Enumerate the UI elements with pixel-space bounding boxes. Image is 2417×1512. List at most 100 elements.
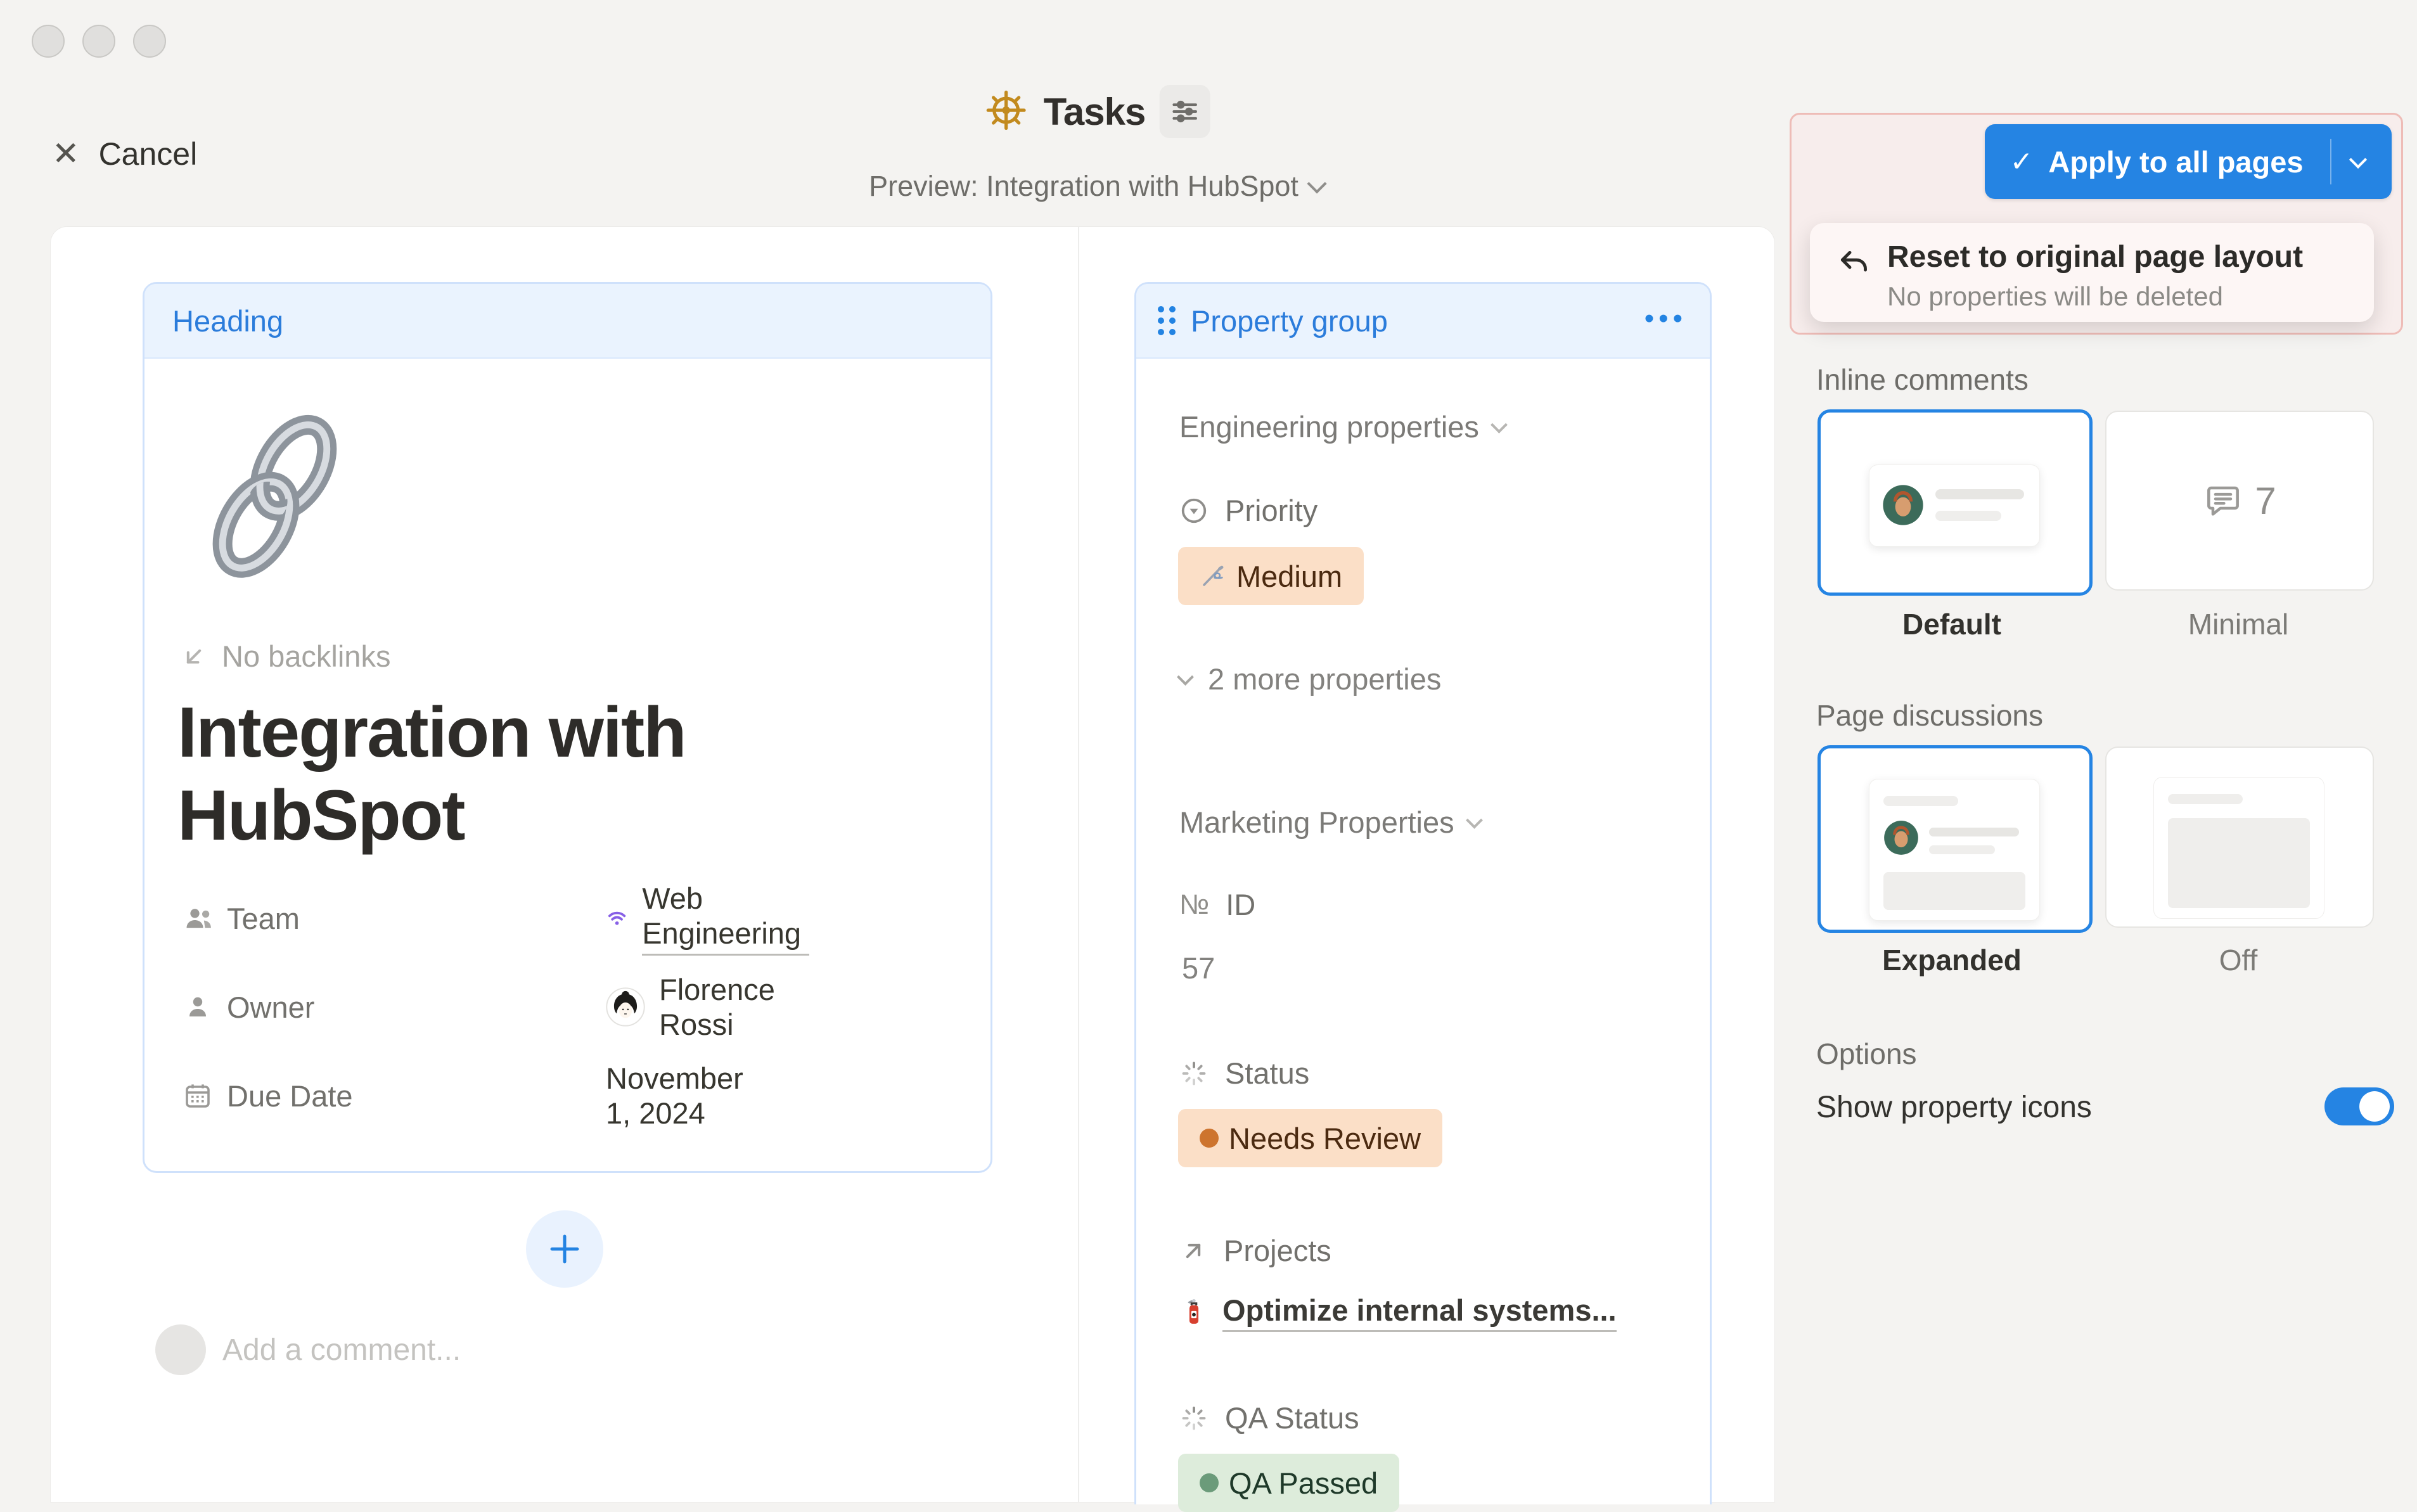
qa-status-value: QA Passed xyxy=(1229,1466,1378,1501)
comment-bubble-icon xyxy=(2203,480,2243,521)
person-icon xyxy=(183,992,218,1022)
status-spinner-icon xyxy=(1179,1059,1208,1088)
preview-avatar xyxy=(1882,484,1924,529)
preview-label: Preview: Integration with HubSpot xyxy=(869,170,1298,203)
chevron-down-icon[interactable] xyxy=(2349,151,2366,169)
plus-icon xyxy=(546,1230,584,1268)
undo-icon xyxy=(1837,246,1872,285)
helm-icon xyxy=(983,87,1030,137)
property-label: Due Date xyxy=(227,1079,353,1113)
projects-value-link: Optimize internal systems... xyxy=(1222,1293,1617,1332)
people-icon xyxy=(183,902,218,935)
projects-value-row[interactable]: Optimize internal systems... xyxy=(1178,1293,1617,1332)
id-label: ID xyxy=(1226,887,1255,922)
team-value-link[interactable]: Web Engineering xyxy=(642,881,809,956)
id-property-row: № ID xyxy=(1179,887,1255,922)
skeleton-block xyxy=(1883,872,2025,910)
cancel-label: Cancel xyxy=(99,136,198,172)
property-row-due-date: Due Date November 1, 2024 xyxy=(183,1075,353,1117)
page-discussions-title: Page discussions xyxy=(1816,698,2043,733)
property-row-owner: Owner Florence Rossi xyxy=(183,986,314,1028)
document-title: Integration with HubSpot xyxy=(177,691,925,857)
skeleton-line xyxy=(2168,794,2243,804)
view-settings-button[interactable] xyxy=(1159,85,1210,138)
preview-selector[interactable]: Preview: Integration with HubSpot xyxy=(869,170,1324,203)
fire-extinguisher-icon xyxy=(1178,1297,1210,1328)
window-minimize-button[interactable] xyxy=(82,25,115,58)
add-comment-row[interactable]: Add a comment... xyxy=(155,1324,461,1375)
column-divider xyxy=(1078,227,1079,1502)
toggle-knob xyxy=(2359,1091,2390,1122)
qa-status-value-pill[interactable]: QA Passed xyxy=(1178,1454,1399,1512)
show-property-icons-label: Show property icons xyxy=(1816,1090,2092,1125)
heading-block-card: Heading No b xyxy=(143,282,992,1173)
reset-subtitle: No properties will be deleted xyxy=(1887,281,2223,312)
heading-block-header[interactable]: Heading xyxy=(144,284,991,359)
owner-value[interactable]: Florence Rossi xyxy=(659,972,775,1042)
inline-comments-option-minimal[interactable]: 7 xyxy=(2105,411,2374,591)
page-discussions-option-expanded[interactable] xyxy=(1818,745,2093,933)
inline-comments-title: Inline comments xyxy=(1816,362,2029,397)
qa-status-property-row: QA Status xyxy=(1179,1400,1359,1435)
projects-label: Projects xyxy=(1224,1233,1331,1268)
close-icon: ✕ xyxy=(52,138,80,170)
page-title: Tasks xyxy=(1044,90,1146,134)
section-marketing-properties[interactable]: Marketing Properties xyxy=(1179,805,1480,840)
team-wifi-icon xyxy=(606,903,628,933)
option-label-default: Default xyxy=(1818,607,2086,641)
show-property-icons-toggle[interactable] xyxy=(2324,1087,2394,1125)
backlinks-row[interactable]: No backlinks xyxy=(180,639,390,674)
skeleton-line xyxy=(1929,845,1995,854)
chevron-down-icon xyxy=(1177,669,1194,686)
drag-handle-icon[interactable] xyxy=(1158,306,1176,335)
id-value[interactable]: 57 xyxy=(1182,951,1215,985)
show-property-icons-row: Show property icons xyxy=(1816,1087,2394,1127)
page-discussions-option-off[interactable] xyxy=(2105,746,2374,928)
numero-icon: № xyxy=(1179,889,1209,921)
reset-layout-menu-item[interactable]: Reset to original page layout No propert… xyxy=(1810,223,2374,322)
skeleton-line xyxy=(1935,511,2001,521)
owner-avatar xyxy=(606,987,645,1027)
heading-block-label: Heading xyxy=(172,304,283,338)
due-date-value[interactable]: November 1, 2024 xyxy=(606,1061,743,1131)
priority-property-row: Priority xyxy=(1179,493,1317,528)
section-engineering-properties[interactable]: Engineering properties xyxy=(1179,409,1505,444)
status-property-row: Status xyxy=(1179,1056,1309,1091)
more-properties-toggle[interactable]: 2 more properties xyxy=(1179,662,1441,696)
chevron-down-icon xyxy=(1307,174,1326,193)
calendar-icon xyxy=(183,1080,218,1111)
page-emoji-chain-links-icon xyxy=(177,398,374,604)
needle-icon xyxy=(1200,563,1226,589)
check-icon: ✓ xyxy=(2010,146,2033,178)
projects-property-row: Projects xyxy=(1179,1233,1331,1268)
property-group-header[interactable]: Property group ••• xyxy=(1136,284,1710,359)
property-group-card: Property group ••• Engineering propertie… xyxy=(1134,282,1712,1504)
app-window: ✕ Cancel Tasks xyxy=(0,0,2417,1502)
property-row-team: Team Web Engineering xyxy=(183,897,300,939)
backlinks-label: No backlinks xyxy=(222,639,390,674)
add-block-button[interactable] xyxy=(526,1210,603,1288)
status-value-pill[interactable]: Needs Review xyxy=(1178,1109,1442,1167)
priority-value-pill[interactable]: Medium xyxy=(1178,547,1364,605)
apply-to-all-pages-button[interactable]: ✓ Apply to all pages xyxy=(1985,124,2392,199)
cancel-button[interactable]: ✕ Cancel xyxy=(52,136,197,172)
apply-button-label: Apply to all pages xyxy=(2048,144,2303,179)
skeleton-line xyxy=(1883,796,1958,806)
chevron-down-icon xyxy=(1491,416,1508,433)
sliders-icon xyxy=(1168,95,1201,128)
page-title-cluster: Tasks xyxy=(983,85,1210,138)
window-close-button[interactable] xyxy=(32,25,65,58)
skeleton-line xyxy=(1935,489,2024,499)
current-user-avatar xyxy=(155,1324,206,1375)
select-circle-icon xyxy=(1179,496,1208,525)
section-label: Marketing Properties xyxy=(1179,805,1454,840)
arrow-northeast-icon xyxy=(1179,1237,1207,1265)
inline-comments-option-default[interactable] xyxy=(1818,409,2093,596)
window-zoom-button[interactable] xyxy=(133,25,166,58)
button-divider xyxy=(2330,139,2331,184)
reset-title: Reset to original page layout xyxy=(1887,240,2303,274)
property-label: Owner xyxy=(227,990,314,1025)
skeleton-block xyxy=(2168,818,2310,908)
more-properties-label: 2 more properties xyxy=(1208,662,1441,696)
more-options-icon[interactable]: ••• xyxy=(1644,303,1687,335)
